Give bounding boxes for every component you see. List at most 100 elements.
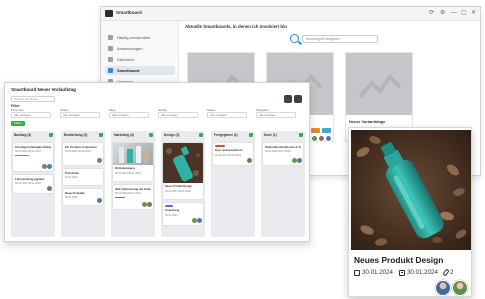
page-title: Aktuelle Smartboards, in denen ich invol… (185, 24, 287, 29)
search-icon[interactable] (290, 34, 299, 43)
title-bar: Smartboard ⟳ ⚙ — ▢ ✕ (101, 7, 480, 21)
sidebar-item-recent[interactable]: Häufig verwendete (105, 33, 175, 42)
filter-select[interactable]: Alle anzeigen (60, 112, 100, 118)
board-column: Design (2) Neues Produkt Design 30.01.20… (161, 131, 205, 237)
progress-bar (15, 155, 29, 157)
card-dates: 30.01.2024 30.01.2024 (15, 150, 41, 153)
board-column: Marketing (3) Werbekampagne 30.01.2024 3… (111, 131, 155, 237)
maximize-button[interactable]: ▢ (461, 10, 467, 17)
card-dates: 30.01.2024 (165, 214, 178, 217)
filter-tags[interactable]: Tags Alle anzeigen (109, 108, 149, 118)
avatar (97, 158, 102, 163)
task-card[interactable]: Neues Produkt Design 30.01.2024 30.01.20… (163, 143, 203, 199)
avatar (325, 135, 332, 142)
filter-status-2[interactable]: Status Alle anzeigen (207, 108, 247, 118)
sidebar-item-label: Smartboard (117, 68, 140, 73)
settings-icon[interactable]: ⚙ (440, 10, 445, 17)
filter-frequency[interactable]: Häufig Alle anzeigen (158, 108, 198, 118)
add-card-icon[interactable] (249, 133, 253, 137)
add-card-icon[interactable] (199, 133, 203, 137)
add-card-icon[interactable] (99, 133, 103, 137)
bottle-photo (351, 130, 471, 250)
filter-button[interactable]: Filtern (11, 121, 25, 126)
avatar (197, 218, 202, 223)
sidebar-item-apps[interactable]: Anwendungen (105, 44, 175, 53)
filter-select[interactable]: Alle anzeigen (109, 112, 149, 118)
app-logo-icon (105, 10, 113, 17)
avatar (47, 186, 52, 191)
card-image (163, 143, 203, 183)
task-card[interactable]: Web Optimierung der Kategorie 30.01.2024… (113, 185, 153, 209)
filter-select[interactable]: Alle anzeigen (11, 112, 51, 118)
start-date: 30.01.2024 (362, 269, 393, 276)
tag-badge (311, 128, 320, 133)
sidebar-item-smartboard[interactable]: Smartboard (105, 66, 175, 75)
filter-select[interactable]: Alle anzeigen (256, 112, 296, 118)
column-title: Bearbeitung (3) (64, 133, 88, 137)
column-title: Done (1) (264, 133, 277, 137)
board-column: Freigegeben (1) Flyer zusammenfassen 30.… (211, 131, 255, 237)
settings-icon[interactable] (294, 95, 302, 103)
column-title: Marketing (3) (114, 133, 134, 137)
board-window: Smartboard Neuer Vorlaufstag Suchen auf … (4, 82, 310, 242)
card-image (113, 143, 153, 165)
card-title: Neue Produkte (65, 191, 85, 195)
filter-select[interactable]: Alle anzeigen (158, 112, 198, 118)
task-card[interactable]: Preislisten 30.01.2024 (63, 169, 103, 185)
minimize-button[interactable]: — (451, 10, 457, 17)
filter-select[interactable]: Alle anzeigen (207, 112, 247, 118)
filter-status[interactable]: Status Alle anzeigen (60, 108, 100, 118)
card-dates: 30.01.2024 30.01.2024 (15, 182, 41, 185)
card-title: Verpackung (165, 209, 180, 212)
sidebar-item-overview[interactable]: Übersicht (105, 55, 175, 64)
tag-badge (165, 205, 173, 207)
avatar[interactable] (435, 280, 451, 296)
add-card-icon[interactable] (299, 133, 303, 137)
avatar[interactable] (452, 280, 468, 296)
card-title: Neues Produkt Design (165, 185, 192, 188)
card-title: Ein Produkt vorbereiten (65, 145, 97, 149)
board-column: Done (1) Daten Messfunktionen in Kontakt… (261, 131, 305, 237)
card-title: Flyer zusammenfassen (215, 149, 243, 152)
avatar (247, 158, 252, 163)
task-card[interactable]: Daten Messfunktionen in Kontakt 30.01.20… (263, 143, 303, 165)
add-card-icon[interactable] (49, 133, 53, 137)
card-title: Werbekampagne (115, 167, 135, 170)
products-image (119, 146, 149, 163)
product-image (351, 130, 471, 250)
task-card[interactable]: Flyer zusammenfassen 30.01.2024 30.01.20… (213, 143, 253, 165)
search-input[interactable]: Suchbegriff eingeben (302, 35, 378, 43)
filter-category[interactable]: Kategorie Alle anzeigen (256, 108, 296, 118)
task-card[interactable]: Ein Produkt vorbereiten 30.01.2024 30.01… (63, 143, 103, 165)
task-card[interactable]: Neue Produkte 30.01.2024 (63, 189, 103, 205)
task-detail-card[interactable]: Neues Produkt Design 30.01.2024 30.01.20… (348, 127, 472, 297)
board-column: Backlog (3) Grundgerüstaufgabe Nation 30… (11, 131, 55, 237)
task-card[interactable]: Laborprüfung geplant 30.01.2024 30.01.20… (13, 175, 53, 193)
tag-badge (322, 128, 331, 133)
card-title: Daten Messfunktionen in Kontakt (265, 145, 301, 149)
board-column: Bearbeitung (3) Ein Produkt vorbereiten … (61, 131, 105, 237)
board-title: Smartboard Neuer Vorlaufstag (11, 87, 76, 92)
close-button[interactable]: ✕ (471, 10, 476, 17)
task-card[interactable]: Grundgerüstaufgabe Nation 30.01.2024 30.… (13, 143, 53, 171)
task-card[interactable]: Werbekampagne 30.01.2024 30.01.2024 (113, 143, 153, 181)
card-title: Grundgerüstaufgabe Nation (15, 145, 51, 149)
add-card-icon[interactable] (149, 133, 153, 137)
sidebar-item-label: Übersicht (117, 57, 134, 62)
card-title: Web Optimierung der Kategorie (115, 187, 151, 191)
user-icon[interactable] (284, 95, 292, 103)
card-title: Neues Produkt Design (354, 255, 444, 265)
card-dates: 30.01.2024 30.01.2024 (265, 150, 291, 153)
task-card[interactable]: Verpackung 30.01.2024 (163, 203, 203, 225)
board-search-input[interactable]: Suchen auf Board (11, 96, 55, 102)
card-dates: 30.01.2024 (65, 196, 78, 199)
tag-badge (215, 145, 225, 147)
filter-persons[interactable]: Personen Alle anzeigen (11, 108, 51, 118)
avatar (311, 135, 318, 142)
avatar (297, 158, 302, 163)
sidebar-item-label: Häufig verwendete (117, 35, 151, 40)
avatar (97, 198, 102, 203)
column-title: Design (2) (164, 133, 180, 137)
card-dates: 30.01.2024 30.01.2024 (215, 154, 241, 157)
refresh-icon[interactable]: ⟳ (429, 10, 434, 17)
